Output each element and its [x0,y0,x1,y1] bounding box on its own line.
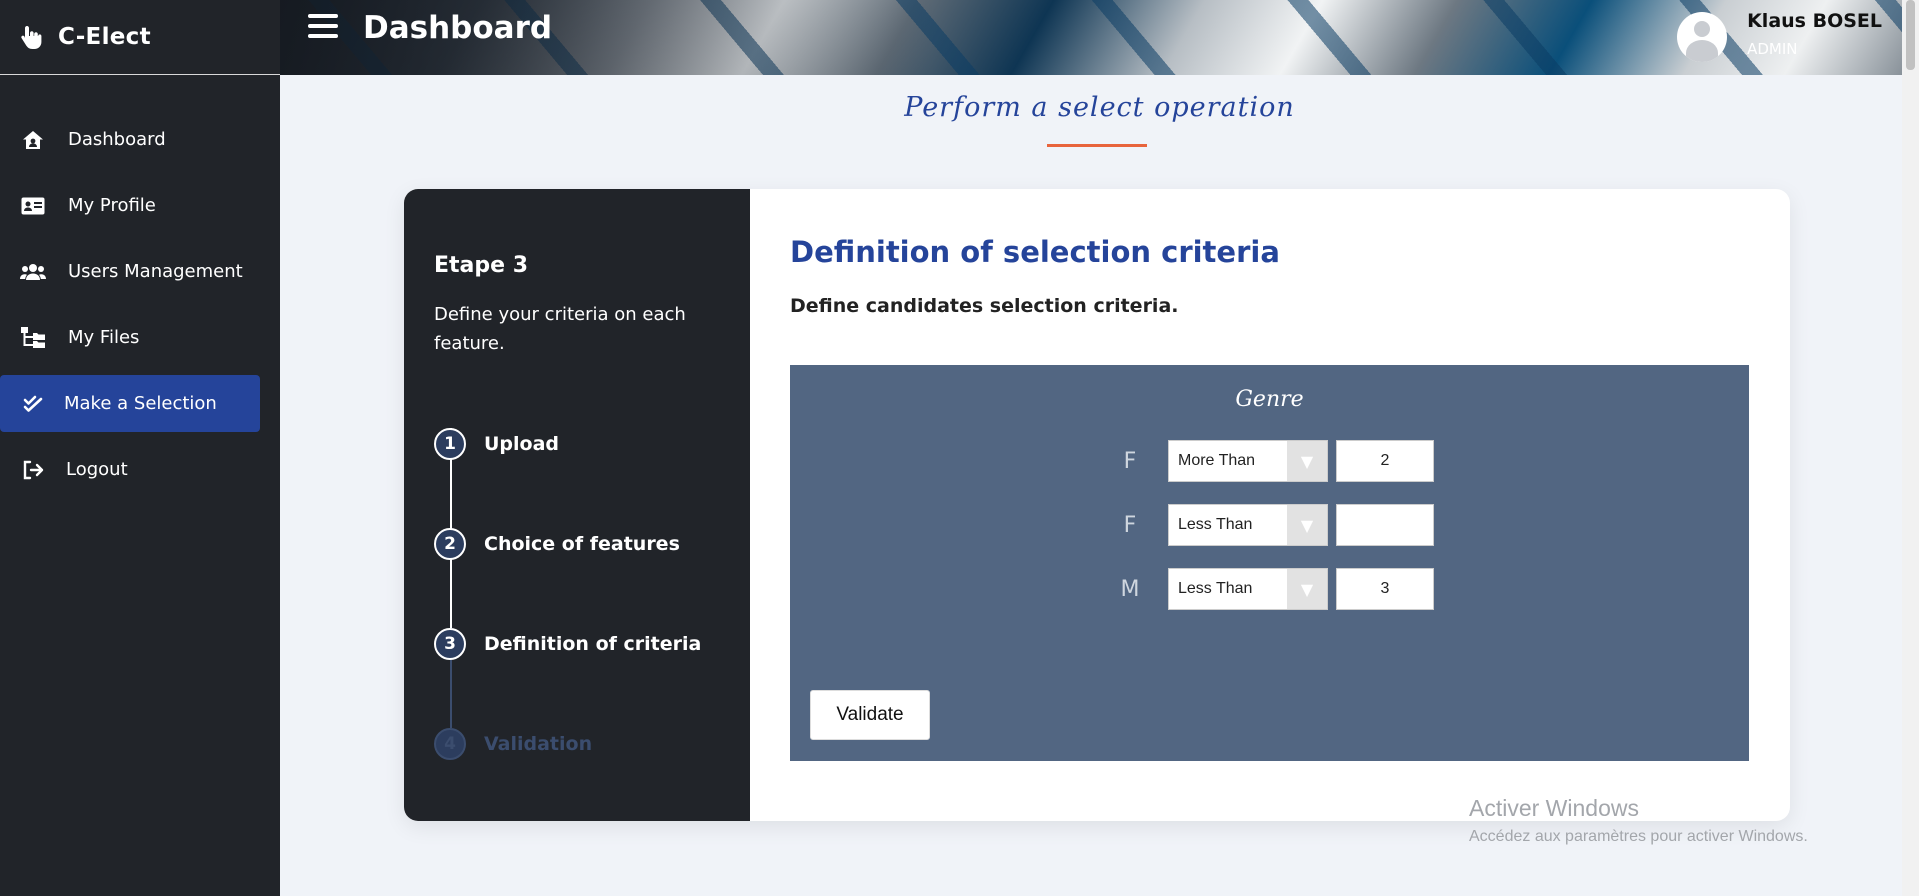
step-number: 4 [434,728,466,760]
sidebar-item-label: Users Management [68,261,243,282]
sidebar-item-label: My Profile [68,195,156,216]
step-title: Etape 3 [434,253,529,278]
sign-out-icon [20,457,46,483]
selection-card: Etape 3 Define your criteria on each fea… [404,189,1790,821]
criteria-description: Define candidates selection criteria. [790,295,1179,317]
section-heading: Perform a select operation [904,92,1295,123]
step-label: Definition of criteria [484,633,702,655]
operator-select[interactable]: Less Than ▼ [1168,504,1328,546]
criteria-box: Genre F More Than ▼ F Less Than ▼ M [790,365,1749,761]
operator-value: Less Than [1178,516,1253,533]
windows-activation-watermark: Activer Windows Accédez aux paramètres p… [1469,795,1808,846]
sidebar-item-my-files[interactable]: My Files [0,309,260,366]
sidebar-item-logout[interactable]: Logout [0,441,260,498]
sidebar-item-label: My Files [68,327,140,348]
criteria-title: Definition of selection criteria [790,235,1280,269]
chevron-down-icon[interactable]: ▼ [1287,505,1327,545]
sidebar: C-Elect Dashboard My Profile Users Manag… [0,0,280,896]
criteria-row: F Less Than ▼ [1110,504,1434,546]
brand-name: C-Elect [58,24,151,50]
check-double-icon [20,391,46,417]
stepper: 1 Upload 2 Choice of features 3 Definiti… [434,394,750,794]
watermark-subtitle: Accédez aux paramètres pour activer Wind… [1469,828,1808,845]
sidebar-item-my-profile[interactable]: My Profile [0,177,260,234]
menu-toggle-icon[interactable] [308,14,338,42]
user-profile[interactable]: Klaus BOSEL ADMIN [1677,6,1882,62]
step-description: Define your criteria on each feature. [434,304,686,354]
step-label: Upload [484,433,560,455]
validate-button[interactable]: Validate [810,690,930,740]
criteria-row: M Less Than ▼ [1110,568,1434,610]
folder-tree-icon [20,325,46,351]
threshold-input[interactable] [1336,504,1434,546]
step-label: Choice of features [484,533,680,555]
criteria-row: F More Than ▼ [1110,440,1434,482]
sidebar-nav: Dashboard My Profile Users Management My… [0,111,280,498]
operator-select[interactable]: Less Than ▼ [1168,568,1328,610]
step-number: 3 [434,628,466,660]
user-name: Klaus BOSEL [1747,10,1882,32]
id-card-icon [20,193,46,219]
steps-panel: Etape 3 Define your criteria on each fea… [404,189,750,821]
scrollbar-thumb[interactable] [1906,0,1915,70]
sidebar-item-label: Make a Selection [64,393,217,414]
criteria-value-label: F [1123,448,1137,474]
step-validation: 4 Validation [434,694,750,794]
criteria-value-label: F [1123,512,1137,538]
feature-name: Genre [1235,387,1304,412]
user-info: Klaus BOSEL ADMIN [1747,10,1882,58]
top-header: Dashboard Klaus BOSEL ADMIN [280,0,1919,75]
hand-pointer-icon [18,24,44,50]
step-upload[interactable]: 1 Upload [434,394,750,494]
sidebar-item-users-management[interactable]: Users Management [0,243,260,300]
criteria-panel: Definition of selection criteria Define … [790,189,1750,761]
house-user-icon [20,127,46,153]
operator-value: More Than [1178,452,1256,469]
avatar[interactable] [1677,12,1728,62]
brand[interactable]: C-Elect [0,0,280,75]
step-label: Validation [484,733,593,755]
step-number: 2 [434,528,466,560]
step-choice-of-features[interactable]: 2 Choice of features [434,494,750,594]
page-scrollbar[interactable] [1902,0,1919,896]
step-number: 1 [434,428,466,460]
threshold-input[interactable] [1336,568,1434,610]
user-role: ADMIN [1747,40,1798,58]
chevron-down-icon[interactable]: ▼ [1287,441,1327,481]
threshold-input[interactable] [1336,440,1434,482]
sidebar-item-make-a-selection[interactable]: Make a Selection [0,375,260,432]
heading-underline [1047,144,1147,147]
sidebar-item-label: Logout [66,459,128,480]
sidebar-item-dashboard[interactable]: Dashboard [0,111,260,168]
operator-value: Less Than [1178,580,1253,597]
step-definition-of-criteria[interactable]: 3 Definition of criteria [434,594,750,694]
page-title: Dashboard [363,10,553,46]
criteria-value-label: M [1120,576,1140,602]
users-icon [20,259,46,285]
watermark-title: Activer Windows [1469,795,1639,821]
operator-select[interactable]: More Than ▼ [1168,440,1328,482]
chevron-down-icon[interactable]: ▼ [1287,569,1327,609]
sidebar-item-label: Dashboard [68,129,166,150]
